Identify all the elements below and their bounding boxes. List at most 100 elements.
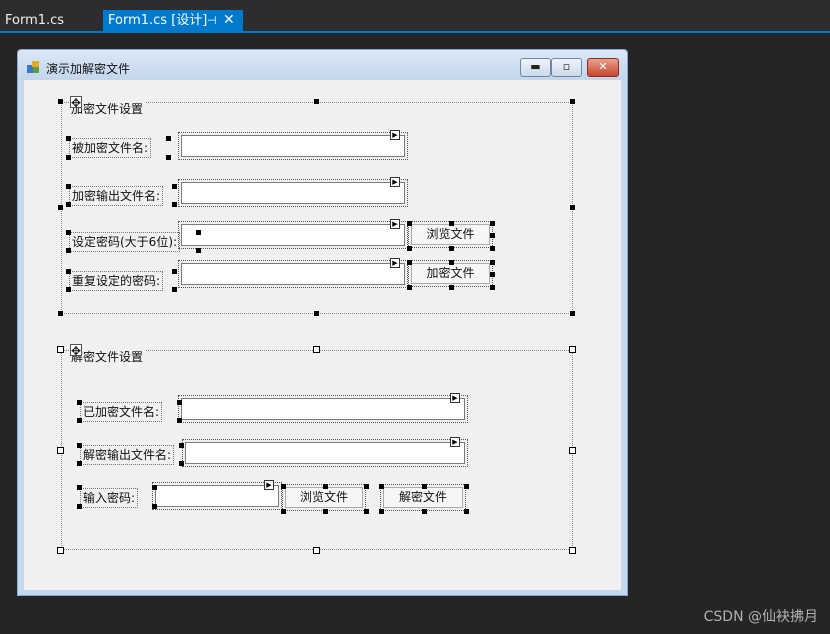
resize-handle[interactable] — [152, 504, 157, 509]
resize-handle[interactable] — [407, 221, 412, 226]
resize-handle[interactable] — [407, 260, 412, 265]
move-icon[interactable]: ✥ — [70, 344, 82, 357]
smart-tag-arrow-icon[interactable]: ▶ — [390, 219, 400, 229]
resize-handle[interactable] — [364, 509, 369, 514]
resize-handle[interactable] — [77, 400, 82, 405]
smart-tag-arrow-icon[interactable]: ▶ — [390, 177, 400, 187]
resize-handle[interactable] — [449, 246, 454, 251]
resize-handle[interactable] — [152, 485, 157, 490]
resize-handle[interactable] — [77, 461, 82, 466]
resize-handle[interactable] — [314, 99, 319, 104]
smart-tag-arrow-icon[interactable]: ▶ — [390, 258, 400, 268]
resize-handle[interactable] — [57, 547, 64, 554]
resize-handle[interactable] — [570, 99, 575, 104]
resize-handle[interactable] — [364, 484, 369, 489]
resize-handle[interactable] — [57, 346, 64, 353]
tab-form-designer[interactable]: Form1.cs [设计] ⊣ ✕ — [103, 10, 243, 31]
decrypt-browse-button[interactable]: 浏览文件 — [282, 484, 366, 511]
resize-handle[interactable] — [172, 287, 177, 292]
resize-handle[interactable] — [323, 484, 328, 489]
resize-handle[interactable] — [313, 547, 320, 554]
decrypt-file-button[interactable]: 解密文件 — [380, 484, 466, 511]
resize-handle[interactable] — [179, 461, 184, 466]
resize-handle[interactable] — [490, 285, 495, 290]
minimize-icon: ▬ — [530, 60, 541, 73]
resize-handle[interactable] — [177, 400, 182, 405]
resize-handle[interactable] — [196, 248, 201, 253]
maximize-button[interactable]: ▫ — [551, 58, 582, 77]
close-icon[interactable]: ✕ — [223, 10, 235, 31]
resize-handle[interactable] — [196, 230, 201, 235]
resize-handle[interactable] — [314, 311, 319, 316]
resize-handle[interactable] — [77, 418, 82, 423]
resize-handle[interactable] — [569, 346, 576, 353]
resize-handle[interactable] — [172, 202, 177, 207]
resize-handle[interactable] — [464, 484, 469, 489]
tab-form-code[interactable]: Form1.cs — [0, 10, 100, 31]
resize-handle[interactable] — [177, 418, 182, 423]
resize-handle[interactable] — [77, 485, 82, 490]
smart-tag-arrow-icon[interactable]: ▶ — [264, 480, 274, 490]
resize-handle[interactable] — [179, 443, 184, 448]
decrypt-password-input[interactable]: ▶ — [152, 480, 282, 510]
set-password-input[interactable]: ▶ — [178, 219, 408, 249]
close-button[interactable]: ✕ — [587, 58, 619, 77]
editor-tab-bar: Form1.cs Form1.cs [设计] ⊣ ✕ — [0, 0, 830, 33]
resize-handle[interactable] — [58, 205, 63, 210]
resize-handle[interactable] — [490, 221, 495, 226]
resize-handle[interactable] — [449, 260, 454, 265]
decrypt-output-input[interactable]: ▶ — [182, 437, 468, 467]
resize-handle[interactable] — [172, 184, 177, 189]
resize-handle[interactable] — [379, 509, 384, 514]
resize-handle[interactable] — [66, 269, 71, 274]
resize-handle[interactable] — [77, 504, 82, 509]
smart-tag-arrow-icon[interactable]: ▶ — [450, 393, 460, 403]
resize-handle[interactable] — [569, 547, 576, 554]
resize-handle[interactable] — [66, 155, 71, 160]
resize-handle[interactable] — [58, 311, 63, 316]
smart-tag-arrow-icon[interactable]: ▶ — [450, 437, 460, 447]
resize-handle[interactable] — [570, 205, 575, 210]
resize-handle[interactable] — [449, 221, 454, 226]
resize-handle[interactable] — [449, 285, 454, 290]
pin-icon[interactable]: ⊣ — [207, 10, 217, 31]
resize-handle[interactable] — [66, 136, 71, 141]
resize-handle[interactable] — [66, 184, 71, 189]
resize-handle[interactable] — [490, 272, 495, 277]
minimize-button[interactable]: ▬ — [520, 58, 551, 77]
resize-handle[interactable] — [464, 509, 469, 514]
resize-handle[interactable] — [490, 260, 495, 265]
encrypted-file-input[interactable]: ▶ — [178, 393, 468, 423]
resize-handle[interactable] — [172, 269, 177, 274]
resize-handle[interactable] — [66, 202, 71, 207]
resize-handle[interactable] — [490, 246, 495, 251]
resize-handle[interactable] — [66, 230, 71, 235]
encrypt-output-input[interactable]: ▶ — [178, 177, 408, 207]
confirm-password-input[interactable]: ▶ — [178, 258, 408, 288]
move-icon[interactable]: ✥ — [70, 96, 82, 109]
resize-handle[interactable] — [407, 246, 412, 251]
encrypt-group-legend: 加密文件设置 — [71, 100, 146, 117]
resize-handle[interactable] — [379, 484, 384, 489]
resize-handle[interactable] — [66, 248, 71, 253]
encrypt-file-button[interactable]: 加密文件 — [408, 260, 493, 287]
resize-handle[interactable] — [281, 484, 286, 489]
resize-handle[interactable] — [57, 447, 64, 454]
encrypt-browse-button[interactable]: 浏览文件 — [408, 221, 493, 248]
resize-handle[interactable] — [323, 509, 328, 514]
resize-handle[interactable] — [77, 443, 82, 448]
source-file-input[interactable]: ▶ — [178, 130, 408, 160]
resize-handle[interactable] — [313, 346, 320, 353]
resize-handle[interactable] — [166, 155, 171, 160]
resize-handle[interactable] — [570, 311, 575, 316]
resize-handle[interactable] — [490, 233, 495, 238]
resize-handle[interactable] — [569, 447, 576, 454]
resize-handle[interactable] — [422, 509, 427, 514]
resize-handle[interactable] — [58, 99, 63, 104]
resize-handle[interactable] — [281, 509, 286, 514]
resize-handle[interactable] — [407, 285, 412, 290]
resize-handle[interactable] — [66, 287, 71, 292]
resize-handle[interactable] — [166, 136, 171, 141]
smart-tag-arrow-icon[interactable]: ▶ — [390, 130, 400, 140]
resize-handle[interactable] — [422, 484, 427, 489]
